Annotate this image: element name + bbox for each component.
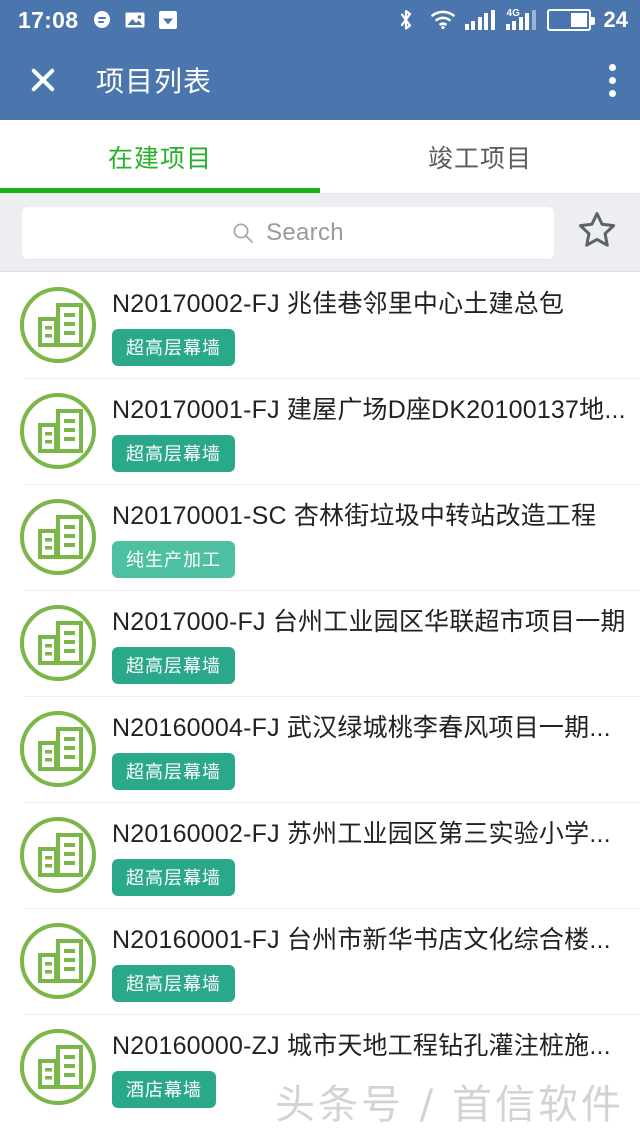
- more-vertical-icon[interactable]: [608, 63, 616, 97]
- list-item-body: N2017000-FJ 台州工业园区华联超市项目一期 超高层幕墙: [112, 602, 626, 684]
- list-item-title: N20170001-FJ 建屋广场D座DK20100137地...: [112, 396, 626, 424]
- list-item-title: N20170001-SC 杏林街垃圾中转站改造工程: [112, 502, 597, 530]
- tab-active-indicator: [0, 188, 320, 193]
- building-circle-icon: [14, 493, 102, 581]
- page-title: 项目列表: [96, 66, 213, 97]
- status-badge: 超高层幕墙: [112, 435, 235, 472]
- list-item-body: N20160000-ZJ 城市天地工程钻孔灌注桩施... 酒店幕墙: [112, 1026, 611, 1108]
- search-icon: [232, 222, 254, 244]
- network-type-label: 4G: [506, 8, 520, 19]
- list-item-body: N20170001-SC 杏林街垃圾中转站改造工程 纯生产加工: [112, 496, 596, 578]
- project-list: N20170002-FJ 兆佳巷邻里中心土建总包 超高层幕墙 N20170001…: [0, 272, 640, 1120]
- list-item-title: N20160000-ZJ 城市天地工程钻孔灌注桩施...: [112, 1032, 611, 1060]
- list-item[interactable]: N20160000-ZJ 城市天地工程钻孔灌注桩施... 酒店幕墙: [0, 1014, 640, 1120]
- signal-bars-icon: [464, 10, 495, 30]
- wifi-icon: [430, 8, 455, 32]
- status-badge: 超高层幕墙: [112, 753, 235, 790]
- status-badge: 超高层幕墙: [112, 859, 235, 896]
- list-item-title: N20160002-FJ 苏州工业园区第三实验小学...: [112, 820, 611, 848]
- status-badge: 超高层幕墙: [112, 965, 235, 1002]
- list-item-body: N20160004-FJ 武汉绿城桃李春风项目一期... 超高层幕墙: [112, 708, 611, 790]
- list-item[interactable]: N20160004-FJ 武汉绿城桃李春风项目一期... 超高层幕墙: [0, 696, 640, 802]
- list-item[interactable]: N2017000-FJ 台州工业园区华联超市项目一期 超高层幕墙: [0, 590, 640, 696]
- status-badge: 超高层幕墙: [112, 647, 235, 684]
- tab-in-progress[interactable]: 在建项目: [0, 120, 320, 193]
- search-input-inner: Search: [232, 219, 344, 247]
- list-item[interactable]: N20170001-FJ 建屋广场D座DK20100137地... 超高层幕墙: [0, 378, 640, 484]
- battery-level-label: 24: [603, 7, 628, 32]
- close-icon[interactable]: [26, 63, 60, 97]
- list-item-body: N20160001-FJ 台州市新华书店文化综合楼... 超高层幕墙: [112, 920, 611, 1002]
- list-item[interactable]: N20170001-SC 杏林街垃圾中转站改造工程 纯生产加工: [0, 484, 640, 590]
- search-placeholder: Search: [266, 218, 344, 246]
- list-item[interactable]: N20170002-FJ 兆佳巷邻里中心土建总包 超高层幕墙: [0, 272, 640, 378]
- favorite-filter-button[interactable]: [554, 209, 640, 256]
- project-list-screen: 17:08 4G 24 项目列表 在建项目 竣工项目 Search N20170…: [0, 0, 640, 1138]
- image-icon: [123, 8, 147, 32]
- shield-download-icon: [156, 8, 180, 32]
- status-bar-notification-icons: [90, 8, 180, 32]
- building-circle-icon: [14, 917, 102, 1005]
- status-bar-clock: 17:08: [18, 6, 79, 33]
- building-circle-icon: [14, 599, 102, 687]
- building-circle-icon: [14, 1023, 102, 1111]
- list-item[interactable]: N20160001-FJ 台州市新华书店文化综合楼... 超高层幕墙: [0, 908, 640, 1014]
- battery-icon: [546, 9, 595, 31]
- status-badge: 超高层幕墙: [112, 329, 235, 366]
- list-item-body: N20160002-FJ 苏州工业园区第三实验小学... 超高层幕墙: [112, 814, 611, 896]
- list-item-title: N20160001-FJ 台州市新华书店文化综合楼...: [112, 926, 611, 954]
- building-circle-icon: [14, 387, 102, 475]
- search-bar: Search: [0, 194, 640, 272]
- building-circle-icon: [14, 811, 102, 899]
- list-item-title: N20170002-FJ 兆佳巷邻里中心土建总包: [112, 290, 565, 318]
- message-icon: [90, 8, 114, 32]
- status-badge: 酒店幕墙: [112, 1071, 216, 1108]
- status-bar: 17:08 4G 24: [0, 0, 640, 40]
- tab-bar: 在建项目 竣工项目: [0, 120, 640, 193]
- search-input[interactable]: Search: [22, 206, 554, 259]
- list-item-body: N20170002-FJ 兆佳巷邻里中心土建总包 超高层幕墙: [112, 284, 564, 366]
- bluetooth-icon: [395, 8, 419, 32]
- tab-completed[interactable]: 竣工项目: [320, 120, 640, 193]
- star-outline-icon: [576, 209, 618, 256]
- list-item[interactable]: N20160002-FJ 苏州工业园区第三实验小学... 超高层幕墙: [0, 802, 640, 908]
- building-circle-icon: [14, 281, 102, 369]
- status-bar-system-icons: 4G 24: [395, 7, 628, 33]
- list-item-body: N20170001-FJ 建屋广场D座DK20100137地... 超高层幕墙: [112, 390, 626, 472]
- signal-bars-4g-icon: 4G: [505, 8, 536, 30]
- building-circle-icon: [14, 705, 102, 793]
- list-item-title: N20160004-FJ 武汉绿城桃李春风项目一期...: [112, 714, 611, 742]
- status-badge: 纯生产加工: [112, 541, 235, 578]
- app-bar: 项目列表: [0, 40, 640, 120]
- list-item-title: N2017000-FJ 台州工业园区华联超市项目一期: [112, 608, 626, 636]
